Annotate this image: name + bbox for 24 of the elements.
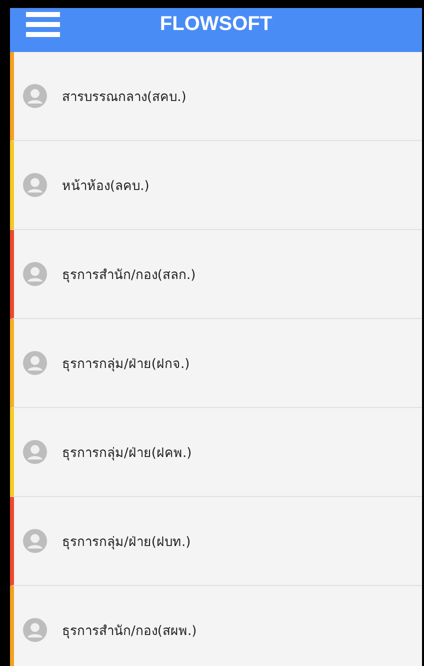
list-item[interactable]: ธุรการกลุ่ม/ฝ่าย(ฝบท.): [10, 497, 422, 586]
item-label: หน้าห้อง(ลคบ.): [62, 178, 150, 196]
list-item[interactable]: ธุรการกลุ่ม/ฝ่าย(ฝคพ.): [10, 408, 422, 497]
list-item[interactable]: สารบรรณกลาง(สคบ.): [10, 52, 422, 141]
list-item[interactable]: ธุรการสำนัก/กอง(สลก.): [10, 230, 422, 319]
menu-icon: [26, 12, 60, 38]
item-label: ธุรการกลุ่ม/ฝ่าย(ฝกจ.): [62, 356, 190, 374]
item-label: ธุรการกลุ่ม/ฝ่าย(ฝคพ.): [62, 444, 192, 462]
list-item[interactable]: ธุรการกลุ่ม/ฝ่าย(ฝกจ.): [10, 319, 422, 408]
item-label: ธุรการสำนัก/กอง(สลก.): [62, 266, 196, 284]
user-avatar-icon: [23, 262, 47, 286]
app-title: FLOWSOFT: [160, 13, 272, 35]
item-label: สารบรรณกลาง(สคบ.): [62, 88, 186, 106]
list-item[interactable]: หน้าห้อง(ลคบ.): [10, 141, 422, 230]
user-avatar-icon: [23, 529, 47, 553]
user-avatar-icon: [23, 440, 47, 464]
item-label: ธุรการสำนัก/กอง(สผพ.): [62, 622, 197, 640]
user-avatar-icon: [23, 351, 47, 375]
menu-button[interactable]: [26, 12, 60, 38]
user-avatar-icon: [23, 618, 47, 642]
item-label: ธุรการกลุ่ม/ฝ่าย(ฝบท.): [62, 534, 191, 552]
user-avatar-icon: [23, 173, 47, 197]
list-item[interactable]: ธุรการสำนัก/กอง(สผพ.): [10, 586, 422, 666]
user-avatar-icon: [23, 84, 47, 108]
